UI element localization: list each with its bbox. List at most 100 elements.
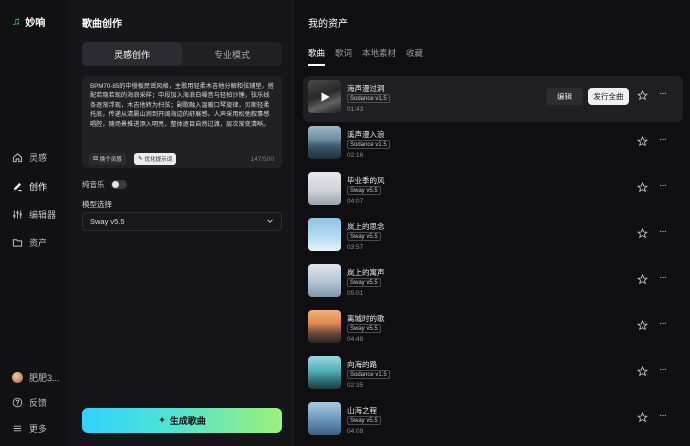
avatar bbox=[12, 372, 23, 383]
song-cover[interactable] bbox=[308, 310, 341, 343]
more-options-icon[interactable]: ··· bbox=[659, 134, 667, 145]
create-panel: 歌曲创作 灵感创作 专业模式 BPM70-85的中慢板民谣风格，主歌用轻柔木吉他… bbox=[69, 0, 294, 446]
assets-panel: 我的资产 歌曲 歌词 本地素材 收藏 海声漫过洞 Sodance v1.5 01… bbox=[295, 0, 690, 446]
list-item[interactable]: 溪声漫入浪 Sodance v1.5 02:16 ··· bbox=[303, 122, 683, 168]
prompt-input[interactable]: BPM70-85的中慢板民谣风格，主歌用轻柔木吉他分解和弦铺垫，搭配若隐若现的海… bbox=[90, 82, 274, 148]
more-options-icon[interactable]: ··· bbox=[659, 364, 667, 375]
optimize-prompt-button[interactable]: ✎ 优化提示词 bbox=[134, 153, 177, 165]
nav-item-feedback[interactable]: 反馈 bbox=[12, 396, 47, 409]
help-circle-icon bbox=[12, 397, 23, 408]
song-title: 岚上的寓声 bbox=[347, 268, 385, 277]
list-item[interactable]: 毕业季的风 Sway v5.5 04:07 ··· bbox=[303, 168, 683, 214]
nav-item-more[interactable]: 更多 bbox=[12, 422, 47, 435]
tab-local-materials[interactable]: 本地素材 bbox=[362, 47, 396, 66]
song-cover[interactable] bbox=[308, 218, 341, 251]
random-inspiration-button[interactable]: ⚄ 换个灵感 bbox=[89, 153, 126, 165]
version-badge: Sway v5.5 bbox=[347, 416, 381, 425]
more-options-icon[interactable]: ··· bbox=[659, 272, 667, 283]
sparkle-icon: ✦ bbox=[158, 415, 166, 425]
mode-tabs: 灵感创作 专业模式 bbox=[82, 42, 282, 66]
list-item[interactable]: 离城时的歌 Sway v5.5 04:48 ··· bbox=[303, 306, 683, 352]
tab-lyrics[interactable]: 歌词 bbox=[335, 47, 352, 66]
nav-item-label: 灵感 bbox=[29, 153, 48, 163]
model-select[interactable]: Sway v5.5 bbox=[82, 212, 282, 231]
prompt-box[interactable]: BPM70-85的中慢板民谣风格，主歌用轻柔木吉他分解和弦铺垫，搭配若隐若现的海… bbox=[82, 76, 282, 168]
star-icon[interactable] bbox=[637, 320, 648, 331]
song-cover[interactable] bbox=[308, 80, 341, 113]
tab-favorites[interactable]: 收藏 bbox=[406, 47, 423, 66]
song-duration: 02:35 bbox=[347, 382, 364, 389]
star-icon[interactable] bbox=[637, 366, 648, 377]
song-cover[interactable] bbox=[308, 402, 341, 435]
song-title: 海声漫过洞 bbox=[347, 84, 385, 93]
star-icon[interactable] bbox=[637, 228, 648, 239]
asset-tabs: 歌曲 歌词 本地素材 收藏 bbox=[308, 47, 423, 66]
song-duration: 04:48 bbox=[347, 336, 364, 343]
publish-button[interactable]: 发行全曲 bbox=[588, 88, 629, 105]
list-item[interactable]: 向海的路 Sodance v1.5 02:35 ··· bbox=[303, 352, 683, 398]
song-cover[interactable] bbox=[308, 172, 341, 205]
user-profile[interactable]: 肥肥3... bbox=[12, 371, 60, 384]
song-cover[interactable] bbox=[308, 264, 341, 297]
star-icon[interactable] bbox=[637, 90, 648, 101]
song-title: 山海之程 bbox=[347, 406, 377, 415]
version-badge: Sodance v1.5 bbox=[347, 140, 390, 149]
more-options-icon[interactable]: ··· bbox=[659, 410, 667, 421]
folder-icon bbox=[12, 237, 23, 248]
page-title: 歌曲创作 bbox=[82, 19, 122, 30]
more-options-icon[interactable]: ··· bbox=[659, 180, 667, 191]
chevron-down-icon bbox=[266, 217, 274, 227]
nav-item-create[interactable]: 创作 bbox=[12, 180, 47, 193]
user-name: 肥肥3... bbox=[29, 373, 60, 383]
song-duration: 03:57 bbox=[347, 244, 364, 251]
nav-item-label: 创作 bbox=[29, 182, 48, 192]
nav-item-inspiration[interactable]: 灵感 bbox=[12, 151, 47, 164]
edit-button[interactable]: 编辑 bbox=[546, 88, 583, 105]
song-cover[interactable] bbox=[308, 356, 341, 389]
song-title: 离城时的歌 bbox=[347, 314, 385, 323]
star-icon[interactable] bbox=[637, 136, 648, 147]
music-note-icon: ♫ bbox=[12, 15, 21, 28]
model-label: 模型选择 bbox=[82, 200, 112, 209]
more-options-icon[interactable]: ··· bbox=[659, 88, 667, 99]
version-badge: Sodance v1.5 bbox=[347, 370, 390, 379]
play-icon[interactable] bbox=[308, 80, 341, 113]
tab-pro-mode[interactable]: 专业模式 bbox=[182, 42, 282, 66]
instrumental-row: 纯音乐 bbox=[82, 179, 127, 190]
song-duration: 05:01 bbox=[347, 290, 364, 297]
pen-icon bbox=[12, 181, 23, 192]
generate-song-button[interactable]: ✦ 生成歌曲 bbox=[82, 408, 282, 433]
nav-item-editor[interactable]: 编辑器 bbox=[12, 208, 56, 221]
song-title: 岚上的思念 bbox=[347, 222, 385, 231]
list-item[interactable]: 岚上的思念 Sway v5.5 03:57 ··· bbox=[303, 214, 683, 260]
list-item[interactable]: 山海之程 Sway v5.5 04:09 ··· bbox=[303, 398, 683, 444]
star-icon[interactable] bbox=[637, 412, 648, 423]
more-options-icon[interactable]: ··· bbox=[659, 318, 667, 329]
nav-item-label: 编辑器 bbox=[29, 210, 57, 220]
more-options-icon[interactable]: ··· bbox=[659, 226, 667, 237]
song-cover[interactable] bbox=[308, 126, 341, 159]
chip-label: 换个灵感 bbox=[99, 157, 122, 163]
nav-item-label: 反馈 bbox=[29, 398, 48, 408]
song-duration: 04:09 bbox=[347, 428, 364, 435]
star-icon[interactable] bbox=[637, 274, 648, 285]
version-badge: Sway v5.5 bbox=[347, 278, 381, 287]
magic-wand-icon: ✎ bbox=[138, 156, 143, 162]
song-title: 毕业季的风 bbox=[347, 176, 385, 185]
nav-item-assets[interactable]: 资产 bbox=[12, 236, 47, 249]
tab-songs[interactable]: 歌曲 bbox=[308, 47, 326, 66]
tab-inspiration-create[interactable]: 灵感创作 bbox=[82, 42, 182, 66]
song-title: 溪声漫入浪 bbox=[347, 130, 385, 139]
star-icon[interactable] bbox=[637, 182, 648, 193]
assets-title: 我的资产 bbox=[308, 19, 348, 30]
song-duration: 04:07 bbox=[347, 198, 364, 205]
brand[interactable]: ♫ 妙响 bbox=[12, 14, 45, 30]
chip-label: 优化提示词 bbox=[144, 157, 173, 163]
char-counter: 147/500 bbox=[250, 156, 275, 163]
list-item[interactable]: 海声漫过洞 Sodance v1.5 01:43 编辑 发行全曲 ··· bbox=[303, 76, 683, 122]
song-title: 向海的路 bbox=[347, 360, 377, 369]
instrumental-toggle[interactable] bbox=[110, 180, 127, 189]
menu-icon bbox=[12, 423, 23, 434]
home-icon bbox=[12, 152, 23, 163]
list-item[interactable]: 岚上的寓声 Sway v5.5 05:01 ··· bbox=[303, 260, 683, 306]
